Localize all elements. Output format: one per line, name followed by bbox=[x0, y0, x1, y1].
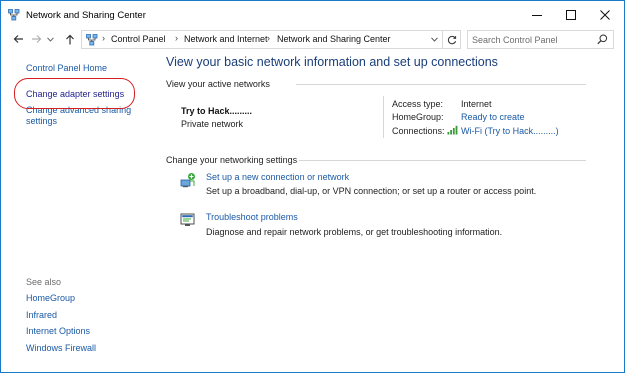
change-settings-heading: Change your networking settings bbox=[166, 155, 298, 165]
close-icon bbox=[600, 10, 610, 20]
network-type[interactable]: Private network bbox=[181, 119, 243, 129]
main-content: View your basic network information and … bbox=[156, 51, 624, 373]
network-center-icon bbox=[8, 9, 20, 21]
chevron-down-icon bbox=[46, 36, 54, 42]
breadcrumb-separator[interactable]: › bbox=[175, 33, 178, 43]
up-button[interactable] bbox=[63, 31, 77, 47]
window: Network and Sharing Center › Control Pan… bbox=[0, 0, 625, 373]
breadcrumb-network-and-sharing-center[interactable]: Network and Sharing Center bbox=[277, 34, 391, 44]
maximize-icon bbox=[566, 10, 576, 20]
page-title: View your basic network information and … bbox=[166, 55, 498, 69]
section-divider bbox=[299, 160, 586, 161]
troubleshoot-problems-link[interactable]: Troubleshoot problems bbox=[206, 212, 298, 222]
forward-arrow-icon bbox=[31, 35, 41, 43]
section-divider bbox=[296, 84, 586, 85]
troubleshoot-description: Diagnose and repair network problems, or… bbox=[206, 227, 503, 237]
breadcrumb-control-panel[interactable]: Control Panel bbox=[111, 34, 166, 44]
connections-label: Connections: bbox=[392, 126, 445, 136]
vertical-divider bbox=[383, 96, 384, 138]
setup-connection-link[interactable]: Set up a new connection or network bbox=[206, 172, 349, 182]
address-dropdown-icon[interactable] bbox=[431, 37, 438, 42]
active-networks-heading: View your active networks bbox=[166, 79, 270, 89]
breadcrumb-separator[interactable]: › bbox=[102, 33, 105, 43]
address-bar[interactable]: › Control Panel › Network and Internet ›… bbox=[81, 30, 443, 49]
see-also-homegroup-link[interactable]: HomeGroup bbox=[26, 293, 75, 304]
back-arrow-icon bbox=[13, 35, 23, 43]
access-type-value: Internet bbox=[461, 99, 492, 109]
homegroup-ready-link[interactable]: Ready to create bbox=[461, 112, 525, 122]
see-also-internet-options-link[interactable]: Internet Options bbox=[26, 326, 90, 337]
refresh-button[interactable] bbox=[443, 30, 461, 49]
maximize-button[interactable] bbox=[556, 1, 586, 29]
setup-connection-description: Set up a broadband, dial-up, or VPN conn… bbox=[206, 186, 537, 196]
breadcrumb-separator[interactable]: › bbox=[267, 33, 270, 43]
see-also-windows-firewall-link[interactable]: Windows Firewall bbox=[26, 343, 96, 354]
see-also-infrared-link[interactable]: Infrared bbox=[26, 310, 57, 321]
network-setup-icon bbox=[180, 173, 195, 188]
wifi-signal-icon bbox=[447, 125, 458, 135]
forward-button[interactable] bbox=[29, 31, 43, 47]
search-box[interactable] bbox=[467, 30, 614, 49]
search-icon[interactable] bbox=[597, 34, 608, 45]
refresh-icon bbox=[447, 35, 456, 44]
control-panel-icon bbox=[86, 34, 98, 46]
homegroup-label: HomeGroup: bbox=[392, 112, 444, 122]
search-input[interactable] bbox=[472, 33, 592, 46]
control-panel-home-link[interactable]: Control Panel Home bbox=[26, 63, 107, 74]
window-title: Network and Sharing Center bbox=[26, 10, 146, 21]
highlight-annotation bbox=[14, 78, 135, 109]
minimize-button[interactable] bbox=[522, 1, 552, 29]
breadcrumb-network-and-internet[interactable]: Network and Internet bbox=[184, 34, 268, 44]
navigation-bar: › Control Panel › Network and Internet ›… bbox=[1, 29, 624, 49]
wifi-connection-link[interactable]: Wi-Fi (Try to Hack.........) bbox=[461, 126, 559, 136]
access-type-label: Access type: bbox=[392, 99, 444, 109]
troubleshoot-icon bbox=[180, 213, 195, 226]
title-bar: Network and Sharing Center bbox=[1, 1, 624, 29]
close-button[interactable] bbox=[590, 1, 620, 29]
recent-locations-button[interactable] bbox=[45, 31, 55, 47]
see-also-heading: See also bbox=[26, 277, 62, 287]
back-button[interactable] bbox=[11, 31, 25, 47]
up-arrow-icon bbox=[66, 34, 74, 44]
network-name: Try to Hack......... bbox=[181, 106, 253, 116]
minimize-icon bbox=[532, 15, 542, 16]
